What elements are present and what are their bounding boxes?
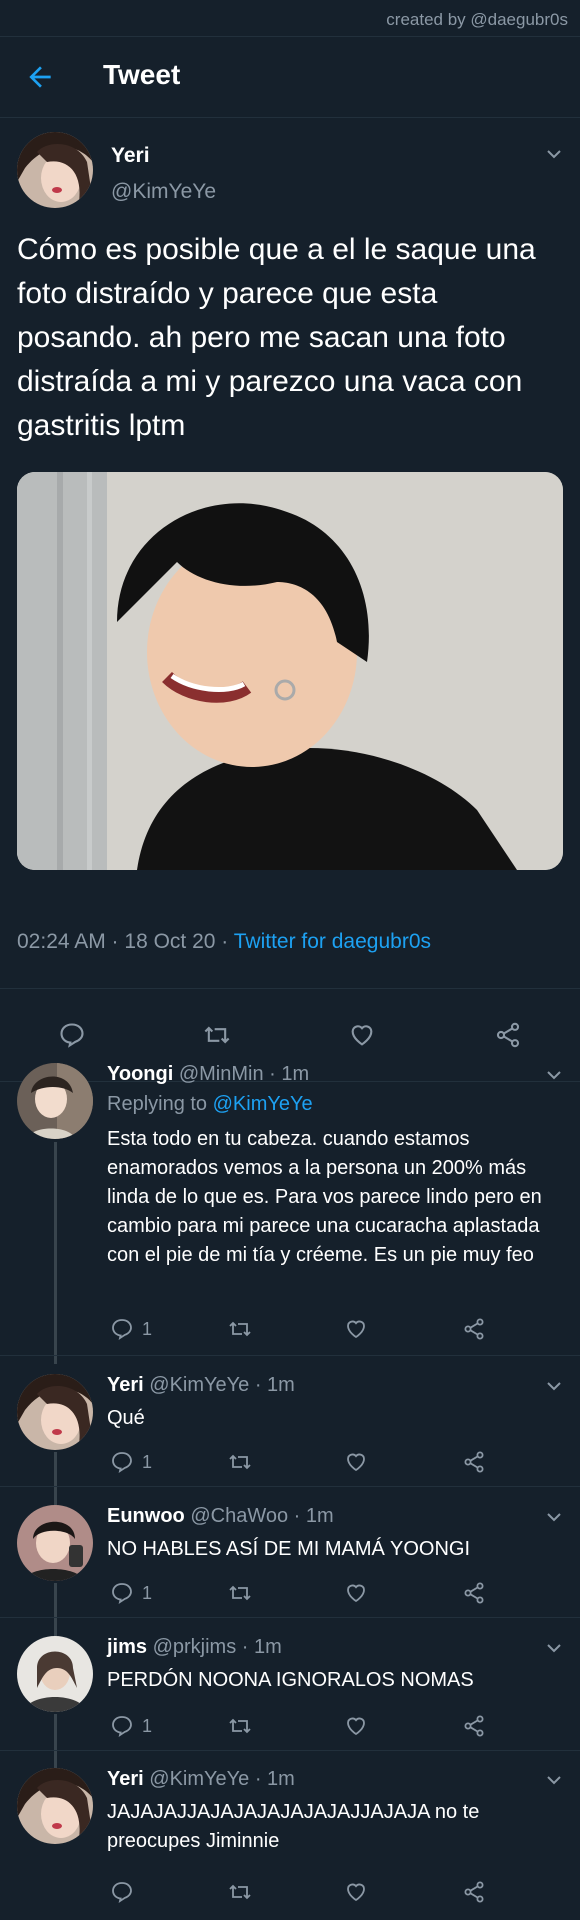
chevron-down-icon[interactable] [546, 1378, 562, 1394]
avatar[interactable] [17, 1505, 93, 1581]
chevron-down-icon[interactable] [546, 146, 562, 162]
reply-header: Yeri @KimYeYe · 1m [107, 1374, 295, 1397]
reply-actions: 1 [0, 1315, 580, 1345]
share-icon[interactable] [462, 1880, 486, 1904]
reply-author-name[interactable]: Yeri [107, 1374, 144, 1396]
retweet-icon[interactable] [228, 1317, 252, 1341]
like-icon[interactable] [344, 1317, 368, 1341]
chevron-down-icon[interactable] [546, 1772, 562, 1788]
reply-icon[interactable] [110, 1450, 134, 1474]
reply-header: Yoongi @MinMin · 1m [107, 1063, 309, 1086]
share-icon[interactable] [462, 1581, 486, 1605]
tweet-text: Cómo es posible que a el le saque una fo… [17, 233, 536, 442]
like-icon[interactable] [344, 1880, 368, 1904]
client-link[interactable]: Twitter for daegubr0s [234, 930, 431, 953]
share-icon[interactable] [494, 1021, 522, 1049]
reply-icon[interactable] [110, 1581, 134, 1605]
top-bar: Tweet [0, 36, 580, 118]
reply-text: Esta todo en tu cabeza. cuando estamos e… [107, 1128, 542, 1266]
credit-text: created by @daegubr0s [386, 10, 568, 29]
tweet-timestamp: 02:24 AM · 18 Oct 20 · [17, 930, 234, 953]
reply-icon[interactable] [58, 1021, 86, 1049]
page-title: Tweet [103, 59, 181, 90]
reply-handle-time: @KimYeYe · 1m [143, 1374, 295, 1396]
retweet-icon[interactable] [228, 1581, 252, 1605]
reply-handle-time: @KimYeYe · 1m [143, 1768, 295, 1790]
chevron-down-icon[interactable] [546, 1509, 562, 1525]
reply-actions: 1 [0, 1712, 580, 1742]
reply-author-name[interactable]: Yeri [107, 1768, 144, 1790]
avatar[interactable] [17, 1636, 93, 1712]
tweet-meta: 02:24 AM · 18 Oct 20 · Twitter for daegu… [17, 930, 431, 954]
avatar[interactable] [17, 1063, 93, 1139]
reply-handle-time: @ChaWoo · 1m [184, 1505, 334, 1527]
avatar[interactable] [17, 132, 93, 208]
share-icon[interactable] [462, 1450, 486, 1474]
like-icon[interactable] [344, 1581, 368, 1605]
like-icon[interactable] [348, 1021, 376, 1049]
reply-handle-time: @MinMin · 1m [173, 1063, 310, 1085]
share-icon[interactable] [462, 1714, 486, 1738]
retweet-icon[interactable] [228, 1450, 252, 1474]
reply-author-name[interactable]: Eunwoo [107, 1505, 185, 1527]
author-handle[interactable]: @KimYeYe [111, 180, 216, 204]
reply-count: 1 [142, 1716, 153, 1736]
reply-count: 1 [142, 1452, 153, 1472]
divider [0, 1617, 580, 1618]
reply-header: Eunwoo @ChaWoo · 1m [107, 1505, 334, 1528]
retweet-icon[interactable] [228, 1714, 252, 1738]
back-arrow-icon[interactable] [24, 61, 56, 93]
reply-handle-time: @prkjims · 1m [147, 1636, 282, 1658]
reply-icon[interactable] [110, 1714, 134, 1738]
author-name[interactable]: Yeri [111, 144, 150, 168]
avatar[interactable] [17, 1768, 93, 1844]
reply-text: JAJAJAJJAJAJAJAJAJAJAJJAJAJA no te preoc… [107, 1801, 480, 1852]
divider [0, 1750, 580, 1751]
retweet-icon[interactable] [228, 1880, 252, 1904]
tweet-photo[interactable] [17, 472, 563, 870]
divider [0, 1486, 580, 1487]
chevron-down-icon[interactable] [546, 1640, 562, 1656]
divider [0, 1355, 580, 1356]
reply-text: NO HABLES ASÍ DE MI MAMÁ YOONGI [107, 1538, 471, 1560]
reply-actions: 1 [0, 1448, 580, 1478]
like-icon[interactable] [344, 1714, 368, 1738]
reply-icon[interactable] [110, 1317, 134, 1341]
avatar[interactable] [17, 1374, 93, 1450]
share-icon[interactable] [462, 1317, 486, 1341]
chevron-down-icon[interactable] [546, 1067, 562, 1083]
reply-author-name[interactable]: Yoongi [107, 1063, 173, 1085]
reply-text: Qué [107, 1407, 145, 1429]
like-icon[interactable] [344, 1450, 368, 1474]
replying-prefix: Replying to [107, 1093, 213, 1115]
retweet-icon[interactable] [203, 1021, 231, 1049]
reply-actions: 1 [0, 1579, 580, 1609]
reply-actions [0, 1878, 580, 1908]
reply-author-name[interactable]: jims [107, 1636, 147, 1658]
reply-text: PERDÓN NOONA IGNORALOS NOMAS [107, 1669, 474, 1691]
replying-to: Replying to @KimYeYe [107, 1093, 313, 1116]
reply-header: jims @prkjims · 1m [107, 1636, 282, 1659]
reply-header: Yeri @KimYeYe · 1m [107, 1768, 295, 1791]
reply-count: 1 [142, 1319, 153, 1339]
reply-count: 1 [142, 1583, 153, 1603]
reply-icon[interactable] [110, 1880, 134, 1904]
replying-to-link[interactable]: @KimYeYe [213, 1093, 313, 1115]
